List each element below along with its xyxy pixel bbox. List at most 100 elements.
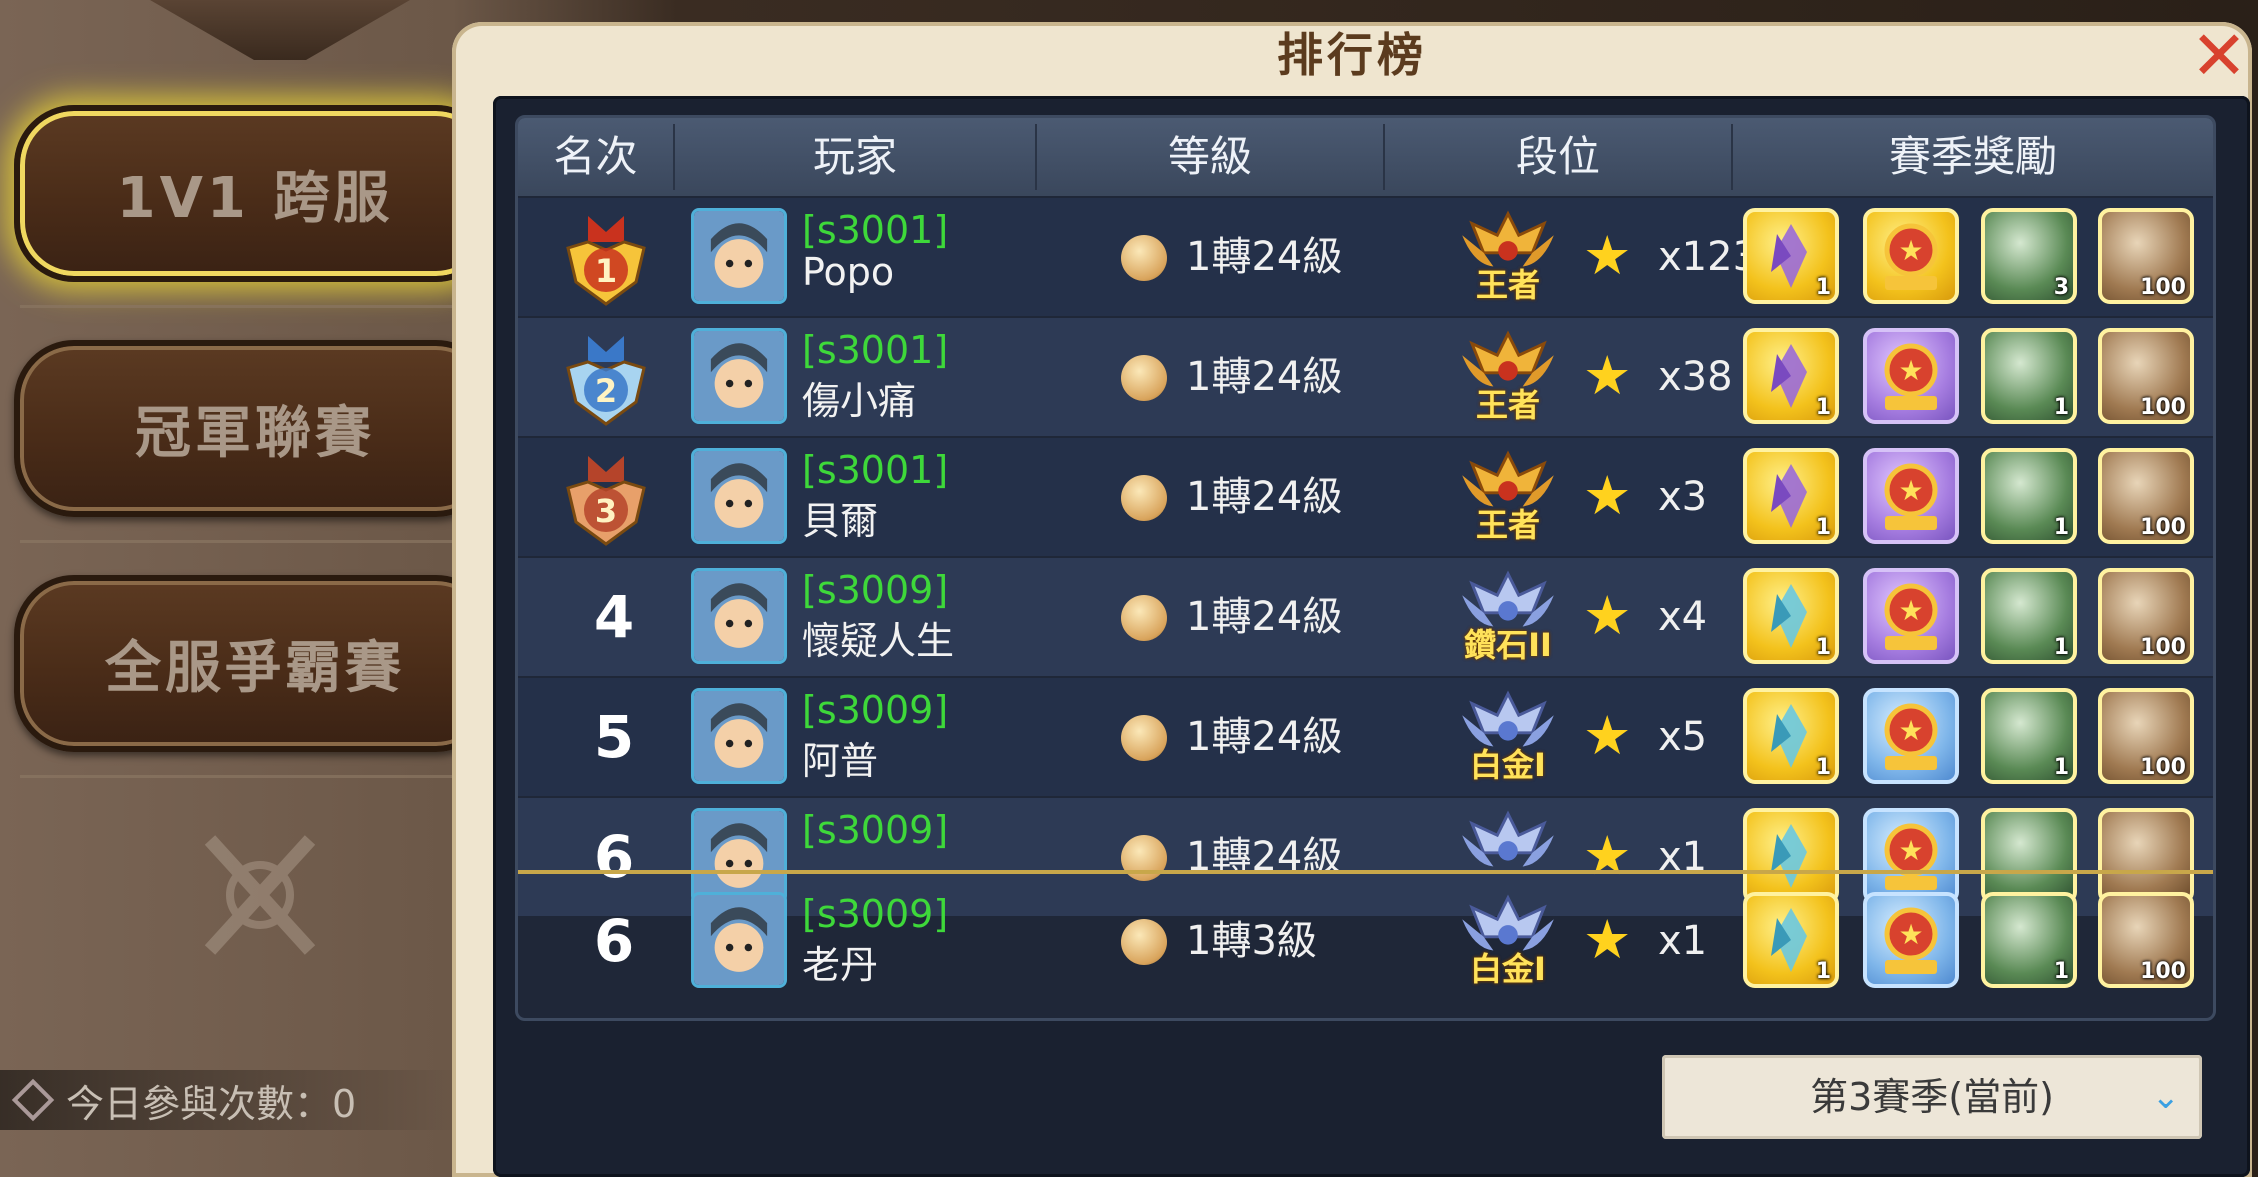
divider	[20, 305, 480, 308]
star-icon: ★	[1583, 464, 1632, 527]
player-server: [s3001]	[802, 328, 949, 372]
svg-text:★: ★	[1898, 918, 1923, 951]
rank-number: 6	[593, 907, 635, 975]
level-icon	[1121, 475, 1167, 521]
star-icon: ★	[1583, 344, 1632, 407]
player-avatar[interactable]	[691, 568, 787, 664]
reward-count: 100	[2140, 275, 2186, 300]
diamond-icon	[11, 1078, 55, 1122]
my-rank-divider	[518, 870, 2213, 874]
title-badge-reward-icon[interactable]: ★	[1863, 892, 1959, 988]
tier-label: 王者	[1475, 266, 1540, 304]
chest-reward-icon[interactable]: 100	[2098, 568, 2194, 664]
title-badge-reward-icon[interactable]: ★	[1863, 568, 1959, 664]
mount-reward-icon[interactable]: 3	[1981, 208, 2077, 304]
star-icon: ★	[1583, 584, 1632, 647]
my-rank-row[interactable]: 6 [s3009] 老丹 1轉3級 白金I ★ x1 1 ★ 1 100	[518, 882, 2213, 1000]
1v1-cross-server-button[interactable]: 1V1 跨服	[14, 105, 496, 282]
reward-count: 1	[2053, 959, 2069, 984]
season-dropdown[interactable]: 第3賽季(當前) ⌄	[1662, 1055, 2202, 1139]
reward-count: 1	[1815, 959, 1831, 984]
tier-label: 白金I	[1470, 746, 1546, 784]
title-badge-reward-icon[interactable]: ★	[1863, 208, 1959, 304]
svg-text:★: ★	[1898, 234, 1923, 267]
star-icon: ★	[1583, 224, 1632, 287]
player-level: 1轉24級	[1186, 354, 1343, 400]
svg-text:3: 3	[595, 492, 617, 530]
crystal-reward-icon[interactable]: 1	[1743, 568, 1839, 664]
crystal-reward-icon[interactable]: 1	[1743, 208, 1839, 304]
player-level: 1轉3級	[1186, 918, 1317, 964]
ranking-row[interactable]: 5 [s3009] 阿普 1轉24級 白金I ★ x5 1 ★ 1 100	[518, 678, 2213, 796]
tier-label: 王者	[1475, 506, 1540, 544]
rank-number: 5	[593, 703, 635, 771]
reward-count: 100	[2140, 395, 2186, 420]
chest-reward-icon[interactable]: 100	[2098, 688, 2194, 784]
svg-text:★: ★	[1898, 354, 1923, 387]
star-icon: ★	[1583, 908, 1632, 971]
mount-reward-icon[interactable]: 1	[1981, 328, 2077, 424]
title-badge-reward-icon[interactable]: ★	[1863, 328, 1959, 424]
tier-badge: 白金I	[1453, 686, 1563, 786]
tier-label: 白金I	[1470, 950, 1546, 988]
ranking-row[interactable]: 2 [s3001] 傷小痛 1轉24級 王者 ★ x38 1 ★ 1 100	[518, 318, 2213, 436]
chest-reward-icon[interactable]: 100	[2098, 892, 2194, 988]
reward-count: 100	[2140, 755, 2186, 780]
reward-count: 100	[2140, 635, 2186, 660]
dialog-title: 排行榜	[1277, 28, 1427, 82]
player-level: 1轉24級	[1186, 474, 1343, 520]
ranking-list: 1 [s3001] Popo 1轉24級 王者 ★ x123 1 ★ 3 100 2 [s300…	[518, 198, 2213, 921]
mount-reward-icon[interactable]: 1	[1981, 448, 2077, 544]
ranking-row[interactable]: 3 [s3001] 貝爾 1轉24級 王者 ★ x3 1 ★ 1 100	[518, 438, 2213, 556]
player-avatar[interactable]	[691, 688, 787, 784]
svg-text:★: ★	[1898, 594, 1923, 627]
player-name: 貝爾	[802, 499, 879, 543]
all-server-contest-button[interactable]: 全服爭霸賽	[14, 575, 496, 752]
star-count: x1	[1658, 918, 1708, 964]
svg-text:1: 1	[595, 252, 617, 290]
reward-count: 1	[1815, 395, 1831, 420]
reward-count: 1	[2053, 635, 2069, 660]
close-icon[interactable]: ✕	[2190, 23, 2248, 91]
chest-reward-icon[interactable]: 100	[2098, 328, 2194, 424]
divider	[20, 540, 480, 543]
ranking-row[interactable]: 4 [s3009] 懷疑人生 1轉24級 鑽石II ★ x4 1 ★ 1 100	[518, 558, 2213, 676]
player-avatar[interactable]	[691, 208, 787, 304]
daily-count-text: 今日參與次數：0	[66, 1081, 357, 1126]
chest-reward-icon[interactable]: 100	[2098, 448, 2194, 544]
tier-badge: 鑽石II	[1453, 566, 1563, 666]
svg-text:2: 2	[595, 372, 617, 410]
reward-count: 100	[2140, 959, 2186, 984]
player-avatar[interactable]	[691, 328, 787, 424]
header-rank: 名次	[553, 132, 638, 181]
tier-badge: 白金I	[1453, 890, 1563, 990]
player-name: Popo	[802, 250, 895, 294]
mount-reward-icon[interactable]: 1	[1981, 892, 2077, 988]
chevron-down-icon: ⌄	[2151, 1077, 2181, 1117]
title-badge-reward-icon[interactable]: ★	[1863, 448, 1959, 544]
reward-count: 1	[1815, 515, 1831, 540]
reward-count: 1	[2053, 515, 2069, 540]
chest-reward-icon[interactable]: 100	[2098, 208, 2194, 304]
crystal-reward-icon[interactable]: 1	[1743, 448, 1839, 544]
player-server: [s3009]	[802, 892, 949, 936]
player-name: 老丹	[802, 943, 879, 987]
tier-badge: 王者	[1453, 206, 1563, 306]
ranking-row[interactable]: 1 [s3001] Popo 1轉24級 王者 ★ x123 1 ★ 3 100	[518, 198, 2213, 316]
player-avatar[interactable]	[691, 448, 787, 544]
bronze-medal-icon: 3	[558, 452, 654, 548]
level-icon	[1121, 715, 1167, 761]
crystal-reward-icon[interactable]: 1	[1743, 688, 1839, 784]
level-icon	[1121, 835, 1167, 881]
player-avatar[interactable]	[691, 892, 787, 988]
mount-reward-icon[interactable]: 1	[1981, 688, 2077, 784]
season-selected-value: 第3賽季(當前)	[1810, 1075, 2054, 1119]
title-badge-reward-icon[interactable]: ★	[1863, 688, 1959, 784]
mount-reward-icon[interactable]: 1	[1981, 568, 2077, 664]
gold-medal-icon: 1	[558, 212, 654, 308]
crystal-reward-icon[interactable]: 1	[1743, 892, 1839, 988]
champion-league-button[interactable]: 冠軍聯賽	[14, 340, 496, 517]
player-name: 阿普	[802, 739, 879, 783]
crystal-reward-icon[interactable]: 1	[1743, 328, 1839, 424]
player-server: [s3009]	[802, 568, 949, 612]
